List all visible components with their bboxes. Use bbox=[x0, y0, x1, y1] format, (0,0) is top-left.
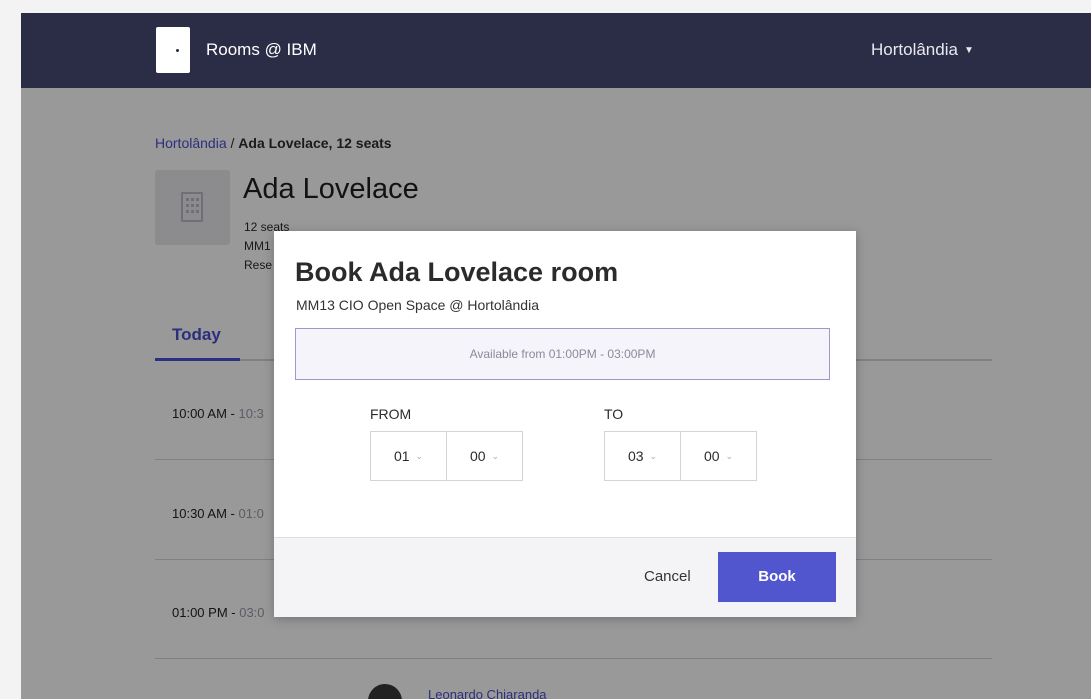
to-minute-select[interactable]: 00 ⌄ bbox=[680, 431, 757, 481]
from-hour-select[interactable]: 01 ⌄ bbox=[370, 431, 447, 481]
book-button[interactable]: Book bbox=[718, 552, 836, 602]
from-minute-select[interactable]: 00 ⌄ bbox=[446, 431, 523, 481]
chevron-down-icon: ⌄ bbox=[649, 451, 658, 461]
to-hour-select[interactable]: 03 ⌄ bbox=[604, 431, 681, 481]
modal-subtitle: MM13 CIO Open Space @ Hortolândia bbox=[296, 297, 539, 313]
modal-footer: Cancel Book bbox=[274, 537, 856, 617]
app-window: Rooms @ IBM Hortolândia ▼ Hortolândia / A… bbox=[21, 13, 1091, 699]
top-navigation-bar: Rooms @ IBM Hortolândia ▼ bbox=[21, 13, 1091, 88]
booking-modal: Book Ada Lovelace room MM13 CIO Open Spa… bbox=[274, 231, 856, 617]
location-dropdown-label: Hortolândia bbox=[871, 40, 958, 59]
app-logo-icon[interactable] bbox=[156, 27, 190, 73]
to-label: TO bbox=[604, 406, 624, 422]
modal-title: Book Ada Lovelace room bbox=[295, 257, 619, 287]
chevron-down-icon: ⌄ bbox=[415, 451, 424, 461]
location-dropdown[interactable]: Hortolândia ▼ bbox=[871, 40, 974, 60]
chevron-down-icon: ⌄ bbox=[725, 451, 734, 461]
from-label: FROM bbox=[370, 406, 412, 422]
app-title[interactable]: Rooms @ IBM bbox=[206, 40, 317, 60]
chevron-down-icon: ⌄ bbox=[491, 451, 500, 461]
availability-notice: Available from 01:00PM - 03:00PM bbox=[295, 328, 830, 380]
cancel-button[interactable]: Cancel bbox=[644, 568, 691, 585]
caret-down-icon: ▼ bbox=[963, 45, 974, 56]
